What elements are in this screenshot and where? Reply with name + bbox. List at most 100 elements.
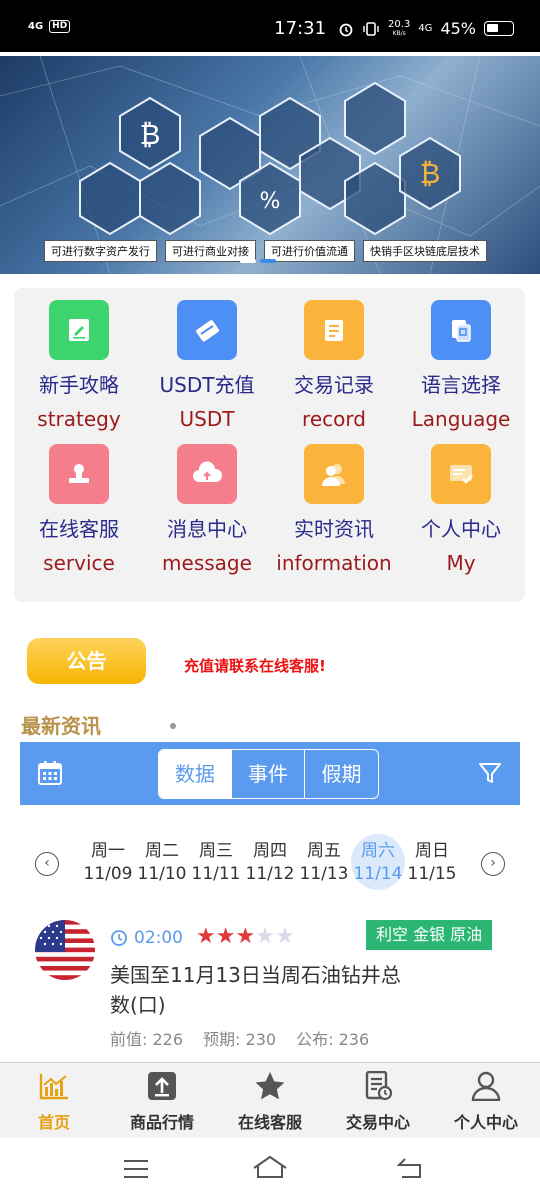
tab-trade[interactable]: 交易中心 xyxy=(324,1070,432,1133)
day-item-selected[interactable]: 周六 11/14 xyxy=(351,840,405,886)
signal-icon: 4G xyxy=(28,20,44,32)
menu-item-strategy[interactable]: 新手攻略 strategy xyxy=(15,300,143,432)
clock-icon xyxy=(111,930,127,946)
svg-text:₿: ₿ xyxy=(140,118,161,151)
day-item[interactable]: 周二 11/10 xyxy=(135,840,189,886)
day-item[interactable]: 周三 11/11 xyxy=(189,840,243,886)
chart-home-icon xyxy=(39,1074,68,1100)
banner-carousel[interactable]: ₿ ₿ % 可进行数字资产发行 可进行商业对接 可进行价值流通 快销手区块链底层… xyxy=(0,56,540,274)
banner-tag: 可进行数字资产发行 xyxy=(44,240,157,262)
stamp-icon xyxy=(49,444,109,504)
menu-item-usdt[interactable]: USDT充值 USDT xyxy=(143,300,271,432)
star-icon xyxy=(255,1072,285,1100)
network-type: 4G xyxy=(418,22,433,34)
menu-item-language[interactable]: 语言选择 Language xyxy=(397,300,525,432)
menu-item-information[interactable]: 实时资讯 information xyxy=(270,444,398,576)
document-clock-icon xyxy=(365,1070,393,1101)
system-nav-bar xyxy=(0,1138,540,1200)
star-icon: ★ xyxy=(255,924,275,949)
menu-label-en: USDT xyxy=(179,407,235,431)
news-indicator-dot xyxy=(170,723,176,729)
tab-profile[interactable]: 个人中心 xyxy=(432,1071,540,1133)
menu-label-cn: 个人中心 xyxy=(421,517,501,541)
menu-grid: 新手攻略 strategy USDT充值 USDT 交易记录 record 语言… xyxy=(14,288,525,602)
notice-button[interactable]: 公告 xyxy=(27,638,146,684)
back-icon[interactable] xyxy=(396,1156,426,1180)
clock-time: 17:31 xyxy=(274,18,327,39)
event-title: 美国至11月13日当周石油钻井总数(口) xyxy=(110,963,401,1017)
banner-tag: 快销手区块链底层技术 xyxy=(363,240,487,262)
menu-label-en: strategy xyxy=(37,407,121,431)
day-item[interactable]: 周五 11/13 xyxy=(297,840,351,886)
star-icon: ★ xyxy=(235,924,256,949)
svg-text:₿: ₿ xyxy=(420,157,441,190)
card-icon xyxy=(177,300,237,360)
day-item[interactable]: 周一 11/09 xyxy=(81,840,135,886)
menu-item-my[interactable]: 个人中心 My xyxy=(397,444,525,576)
vibrate-icon xyxy=(363,21,379,36)
tab-holidays[interactable]: 假期 xyxy=(305,750,378,798)
receipt-icon xyxy=(304,300,364,360)
event-time-value: 02:00 xyxy=(134,928,183,948)
day-item[interactable]: 周四 11/12 xyxy=(243,840,297,886)
event-time: 02:00 xyxy=(110,928,183,948)
week-selector: ‹ 周一 11/09 周二 11/10 周三 11/11 周四 11/12 周五 11/1… xyxy=(20,834,520,894)
menu-label-en: service xyxy=(43,551,115,575)
menu-label-cn: 语言选择 xyxy=(421,373,501,397)
battery-percent: 45% xyxy=(440,19,476,38)
section-title-news: 最新资讯 xyxy=(21,714,101,738)
day-item[interactable]: 周日 11/15 xyxy=(405,840,459,886)
menu-item-message[interactable]: 消息中心 message xyxy=(143,444,271,576)
star-icon: ★ xyxy=(215,924,236,949)
menu-item-service[interactable]: 在线客服 service xyxy=(15,444,143,576)
tab-label: 首页 xyxy=(37,1113,70,1132)
calendar-toolbar: 数据 事件 假期 xyxy=(20,742,520,805)
tab-market[interactable]: 商品行情 xyxy=(108,1071,216,1133)
forecast-value: 预期: 230 xyxy=(203,1030,277,1049)
tab-service[interactable]: 在线客服 xyxy=(216,1071,324,1133)
calendar-event-item[interactable]: 02:00 ★★★★★ 利空 金银 原油 美国至11月13日当周石油钻井总数(口… xyxy=(0,910,540,1058)
event-values: 前值: 226 预期: 230 公布: 236 xyxy=(110,1026,369,1050)
carousel-dot-active xyxy=(260,259,276,263)
status-right: 17:31 20.3 KB/s 4G 45% xyxy=(274,18,514,39)
prev-week-button[interactable]: ‹ xyxy=(35,852,59,876)
status-left: 4G HD xyxy=(28,20,71,33)
menu-label-cn: 消息中心 xyxy=(167,517,247,541)
menu-label-cn: 新手攻略 xyxy=(39,373,119,397)
tab-label: 在线客服 xyxy=(237,1113,302,1132)
alarm-icon xyxy=(339,23,353,36)
star-icon: ★ xyxy=(196,924,216,949)
importance-stars: ★★★★★ xyxy=(196,924,295,949)
cloud-upload-icon xyxy=(177,444,237,504)
us-flag-icon xyxy=(35,920,95,980)
status-bar: 4G HD 17:31 20.3 KB/s 4G 45% xyxy=(0,0,540,52)
star-icon: ★ xyxy=(274,924,295,949)
tab-events[interactable]: 事件 xyxy=(232,750,305,798)
tab-data[interactable]: 数据 xyxy=(159,750,232,798)
menu-label-en: message xyxy=(162,551,252,575)
battery-icon xyxy=(484,21,514,36)
menu-label-cn: USDT充值 xyxy=(159,373,255,397)
impact-tag: 利空 金银 原油 xyxy=(366,920,493,950)
bottom-tab-bar: 首页 商品行情 在线客服 交易中心 个人中心 xyxy=(0,1062,540,1138)
filter-icon[interactable] xyxy=(478,761,502,785)
tab-label: 个人中心 xyxy=(453,1113,518,1132)
menu-label-en: record xyxy=(302,407,366,431)
notice-text: 充值请联系在线客服! xyxy=(184,657,326,675)
calendar-tabs: 数据 事件 假期 xyxy=(158,749,379,799)
menu-label-en: My xyxy=(446,551,476,575)
menu-label-cn: 实时资讯 xyxy=(294,517,374,541)
home-icon[interactable] xyxy=(252,1154,288,1180)
next-week-button[interactable]: › xyxy=(481,852,505,876)
calendar-icon[interactable] xyxy=(37,760,63,786)
previous-value: 前值: 226 xyxy=(110,1030,184,1049)
carousel-indicator xyxy=(240,259,280,264)
actual-value: 公布: 236 xyxy=(296,1030,370,1049)
net-speed: 20.3 KB/s xyxy=(388,18,411,37)
menu-label-cn: 在线客服 xyxy=(39,517,119,541)
tab-home[interactable]: 首页 xyxy=(0,1071,108,1133)
menu-icon[interactable] xyxy=(122,1158,150,1180)
menu-item-record[interactable]: 交易记录 record xyxy=(270,300,398,432)
tab-label: 交易中心 xyxy=(345,1113,410,1132)
edit-doc-icon xyxy=(49,300,109,360)
